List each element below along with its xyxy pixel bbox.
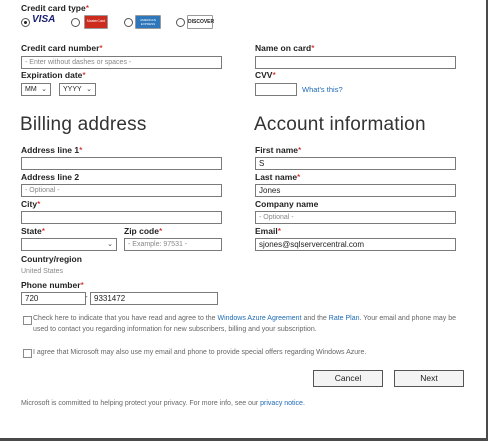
country-value: United States: [21, 268, 64, 275]
first-name-label: First name*: [255, 145, 302, 155]
address1-input[interactable]: [21, 157, 222, 170]
amex-logo-text: AMERICAN EXPRESS: [140, 18, 156, 26]
chevron-down-icon: ⌄: [86, 86, 92, 93]
chevron-down-icon: ⌄: [41, 86, 47, 93]
amex-logo: AMERICAN EXPRESS: [135, 15, 161, 29]
phone-area-input[interactable]: 720: [21, 292, 86, 305]
radio-amex[interactable]: [124, 18, 133, 27]
phone-number-input[interactable]: 9331472: [90, 292, 218, 305]
agreement-checkbox[interactable]: [23, 316, 32, 325]
state-label: State*: [21, 226, 46, 236]
mastercard-logo: MasterCard: [84, 15, 108, 29]
card-number-input[interactable]: - Enter without dashes or spaces -: [21, 56, 222, 69]
first-name-input[interactable]: S: [255, 157, 456, 170]
cancel-button[interactable]: Cancel: [313, 370, 383, 387]
privacy-notice-link[interactable]: privacy notice: [260, 400, 303, 407]
expiration-label: Expiration date*: [21, 70, 86, 80]
agreement-text: Check here to indicate that you have rea…: [33, 315, 457, 333]
card-type-label: Credit card type*: [21, 3, 90, 13]
discover-logo: DISCOVER: [187, 15, 215, 29]
account-heading: Account information: [254, 114, 426, 135]
cvv-label: CVV*: [255, 70, 276, 80]
zip-label: Zip code*: [124, 226, 163, 236]
address2-input[interactable]: - Optional -: [21, 184, 222, 197]
zip-input[interactable]: - Example: 97531 -: [124, 238, 222, 251]
azure-agreement-link[interactable]: Windows Azure Agreement: [217, 315, 301, 322]
offers-text: I agree that Microsoft may also use my e…: [33, 349, 367, 356]
exp-year-select[interactable]: YYYY ⌄: [59, 83, 96, 96]
mastercard-logo-text: MasterCard: [86, 19, 106, 23]
billing-heading: Billing address: [20, 114, 147, 135]
next-button[interactable]: Next: [394, 370, 464, 387]
whats-this-link[interactable]: What's this?: [302, 85, 343, 94]
city-input[interactable]: [21, 211, 222, 224]
email-input[interactable]: sjones@sqlservercentral.com: [255, 238, 456, 251]
city-label: City*: [21, 199, 41, 209]
card-number-label: Credit card number*: [21, 43, 103, 53]
address1-label: Address line 1*: [21, 145, 83, 155]
chevron-down-icon: ⌄: [107, 241, 113, 248]
email-label: Email*: [255, 226, 281, 236]
rate-plan-link[interactable]: Rate Plan: [329, 315, 360, 322]
radio-discover[interactable]: [176, 18, 185, 27]
company-label: Company name: [255, 199, 319, 209]
visa-logo: VISA: [32, 14, 56, 25]
last-name-input[interactable]: Jones: [255, 184, 456, 197]
phone-label: Phone number*: [21, 280, 84, 290]
exp-month-select[interactable]: MM ⌄: [21, 83, 51, 96]
exp-year-value: YYYY: [63, 86, 82, 93]
offers-checkbox[interactable]: [23, 349, 32, 358]
radio-visa[interactable]: [21, 18, 30, 27]
cvv-input[interactable]: [255, 83, 297, 96]
privacy-footer: Microsoft is committed to helping protec…: [21, 400, 305, 407]
address2-label: Address line 2: [21, 172, 80, 182]
country-label: Country/region: [21, 254, 82, 264]
name-on-card-input[interactable]: [255, 56, 456, 69]
company-input[interactable]: - Optional -: [255, 211, 456, 224]
radio-mastercard[interactable]: [71, 18, 80, 27]
discover-logo-text: DISCOVER: [188, 19, 215, 25]
name-on-card-label: Name on card*: [255, 43, 315, 53]
state-select[interactable]: ⌄: [21, 238, 117, 251]
phone-separator: -: [85, 292, 88, 301]
exp-month-value: MM: [25, 86, 37, 93]
last-name-label: Last name*: [255, 172, 301, 182]
